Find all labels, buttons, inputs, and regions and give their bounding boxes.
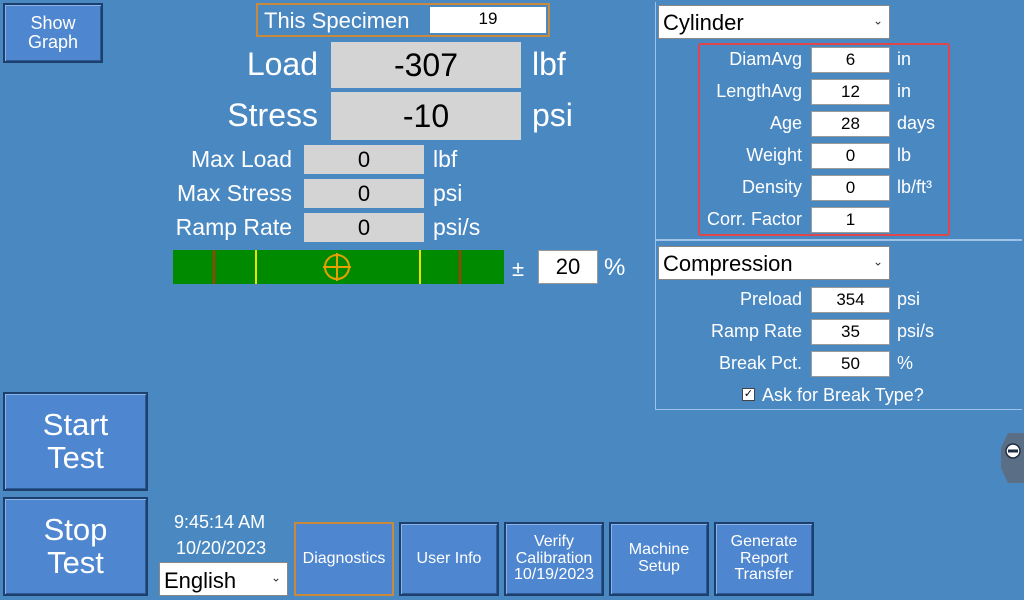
tolerance-unit: % — [604, 254, 626, 281]
stop-test-button[interactable]: Stop Test — [3, 497, 148, 596]
ramp-rate-value: 0 — [304, 213, 424, 242]
lower-limit-red-marker — [213, 250, 215, 284]
max-load-unit: lbf — [433, 146, 458, 172]
upper-limit-red-marker — [459, 250, 461, 284]
max-load-label: Max Load — [190, 146, 292, 172]
diamavg-unit: in — [897, 49, 912, 69]
ramp-rate-indicator-bar — [173, 250, 504, 284]
lengthavg-unit: in — [897, 81, 912, 101]
weight-label: Weight — [746, 145, 802, 165]
specimen-number-field[interactable]: 19 — [430, 7, 546, 33]
stress-unit: psi — [532, 97, 573, 133]
language-value: English — [164, 568, 237, 593]
age-input[interactable]: 28 — [811, 111, 890, 137]
lower-tolerance-yellow-marker — [255, 250, 257, 284]
ask-break-type-label: Ask for Break Type? — [762, 385, 924, 405]
tolerance-plus-minus: ± — [512, 256, 525, 281]
start-test-button[interactable]: Start Test — [3, 392, 148, 491]
specimen-type-select[interactable]: Cylinder ⌄ — [658, 5, 890, 39]
machine-setup-button[interactable]: Machine Setup — [609, 522, 709, 596]
density-label: Density — [741, 177, 802, 197]
language-select[interactable]: English ⌄ — [159, 562, 288, 596]
test-break-pct-unit: % — [897, 353, 914, 373]
generate-report-transfer-button[interactable]: Generate Report Transfer — [714, 522, 814, 596]
clock-date: 10/20/2023 — [176, 538, 267, 558]
load-unit: lbf — [532, 46, 566, 82]
diamavg-label: DiamAvg — [729, 49, 802, 69]
upper-tolerance-yellow-marker — [419, 250, 421, 284]
verify-calibration-button[interactable]: Verify Calibration 10/19/2023 — [504, 522, 604, 596]
specimen-label: This Specimen — [264, 8, 410, 33]
max-stress-value: 0 — [304, 179, 424, 208]
side-panel-handle[interactable] — [1001, 433, 1024, 483]
test-ramp-rate-input[interactable]: 35 — [811, 319, 890, 345]
tolerance-input[interactable]: 20 — [538, 250, 598, 284]
weight-unit: lb — [897, 145, 912, 165]
test-preload-label: Preload — [739, 289, 802, 309]
density-input[interactable]: 0 — [811, 175, 890, 201]
test-ramp-rate-unit: psi/s — [897, 321, 935, 341]
test-preload-unit: psi — [897, 289, 921, 309]
ramp-rate-label: Ramp Rate — [175, 214, 292, 240]
diamavg-input[interactable]: 6 — [811, 47, 890, 73]
chevron-down-icon: ⌄ — [270, 570, 281, 585]
minus-circle-icon — [1005, 443, 1021, 459]
test-break-pct-input[interactable]: 50 — [811, 351, 890, 377]
test-preload-input[interactable]: 354 — [811, 287, 890, 313]
chevron-down-icon: ⌄ — [872, 13, 883, 28]
age-label: Age — [769, 113, 802, 133]
specimen-type-value: Cylinder — [663, 10, 744, 35]
stress-label: Stress — [227, 97, 318, 133]
max-stress-unit: psi — [433, 180, 463, 206]
lengthavg-label: LengthAvg — [716, 81, 802, 101]
ramp-rate-unit: psi/s — [433, 214, 481, 240]
chevron-down-icon: ⌄ — [872, 254, 883, 269]
diagnostics-button[interactable]: Diagnostics — [294, 522, 394, 596]
test-type-select[interactable]: Compression ⌄ — [658, 246, 890, 280]
test-type-value: Compression — [663, 251, 793, 276]
load-value: -307 — [331, 42, 521, 88]
clock-time: 9:45:14 AM — [174, 512, 266, 532]
specimen-header: This Specimen 19 — [256, 3, 550, 37]
user-info-button[interactable]: User Info — [399, 522, 499, 596]
show-graph-button[interactable]: Show Graph — [3, 3, 103, 63]
weight-input[interactable]: 0 — [811, 143, 890, 169]
lengthavg-input[interactable]: 12 — [811, 79, 890, 105]
load-label: Load — [246, 46, 318, 82]
corr-factor-label: Corr. Factor — [706, 209, 802, 229]
max-load-value: 0 — [304, 145, 424, 174]
ask-break-type-checkbox[interactable]: ✓ — [742, 388, 755, 401]
test-break-pct-label: Break Pct. — [718, 353, 802, 373]
age-unit: days — [897, 113, 936, 133]
crosshair-icon — [323, 253, 351, 281]
corr-factor-input[interactable]: 1 — [811, 207, 890, 233]
density-unit: lb/ft³ — [897, 177, 933, 197]
test-ramp-rate-label: Ramp Rate — [710, 321, 802, 341]
stress-value: -10 — [331, 92, 521, 140]
max-stress-label: Max Stress — [176, 180, 292, 206]
